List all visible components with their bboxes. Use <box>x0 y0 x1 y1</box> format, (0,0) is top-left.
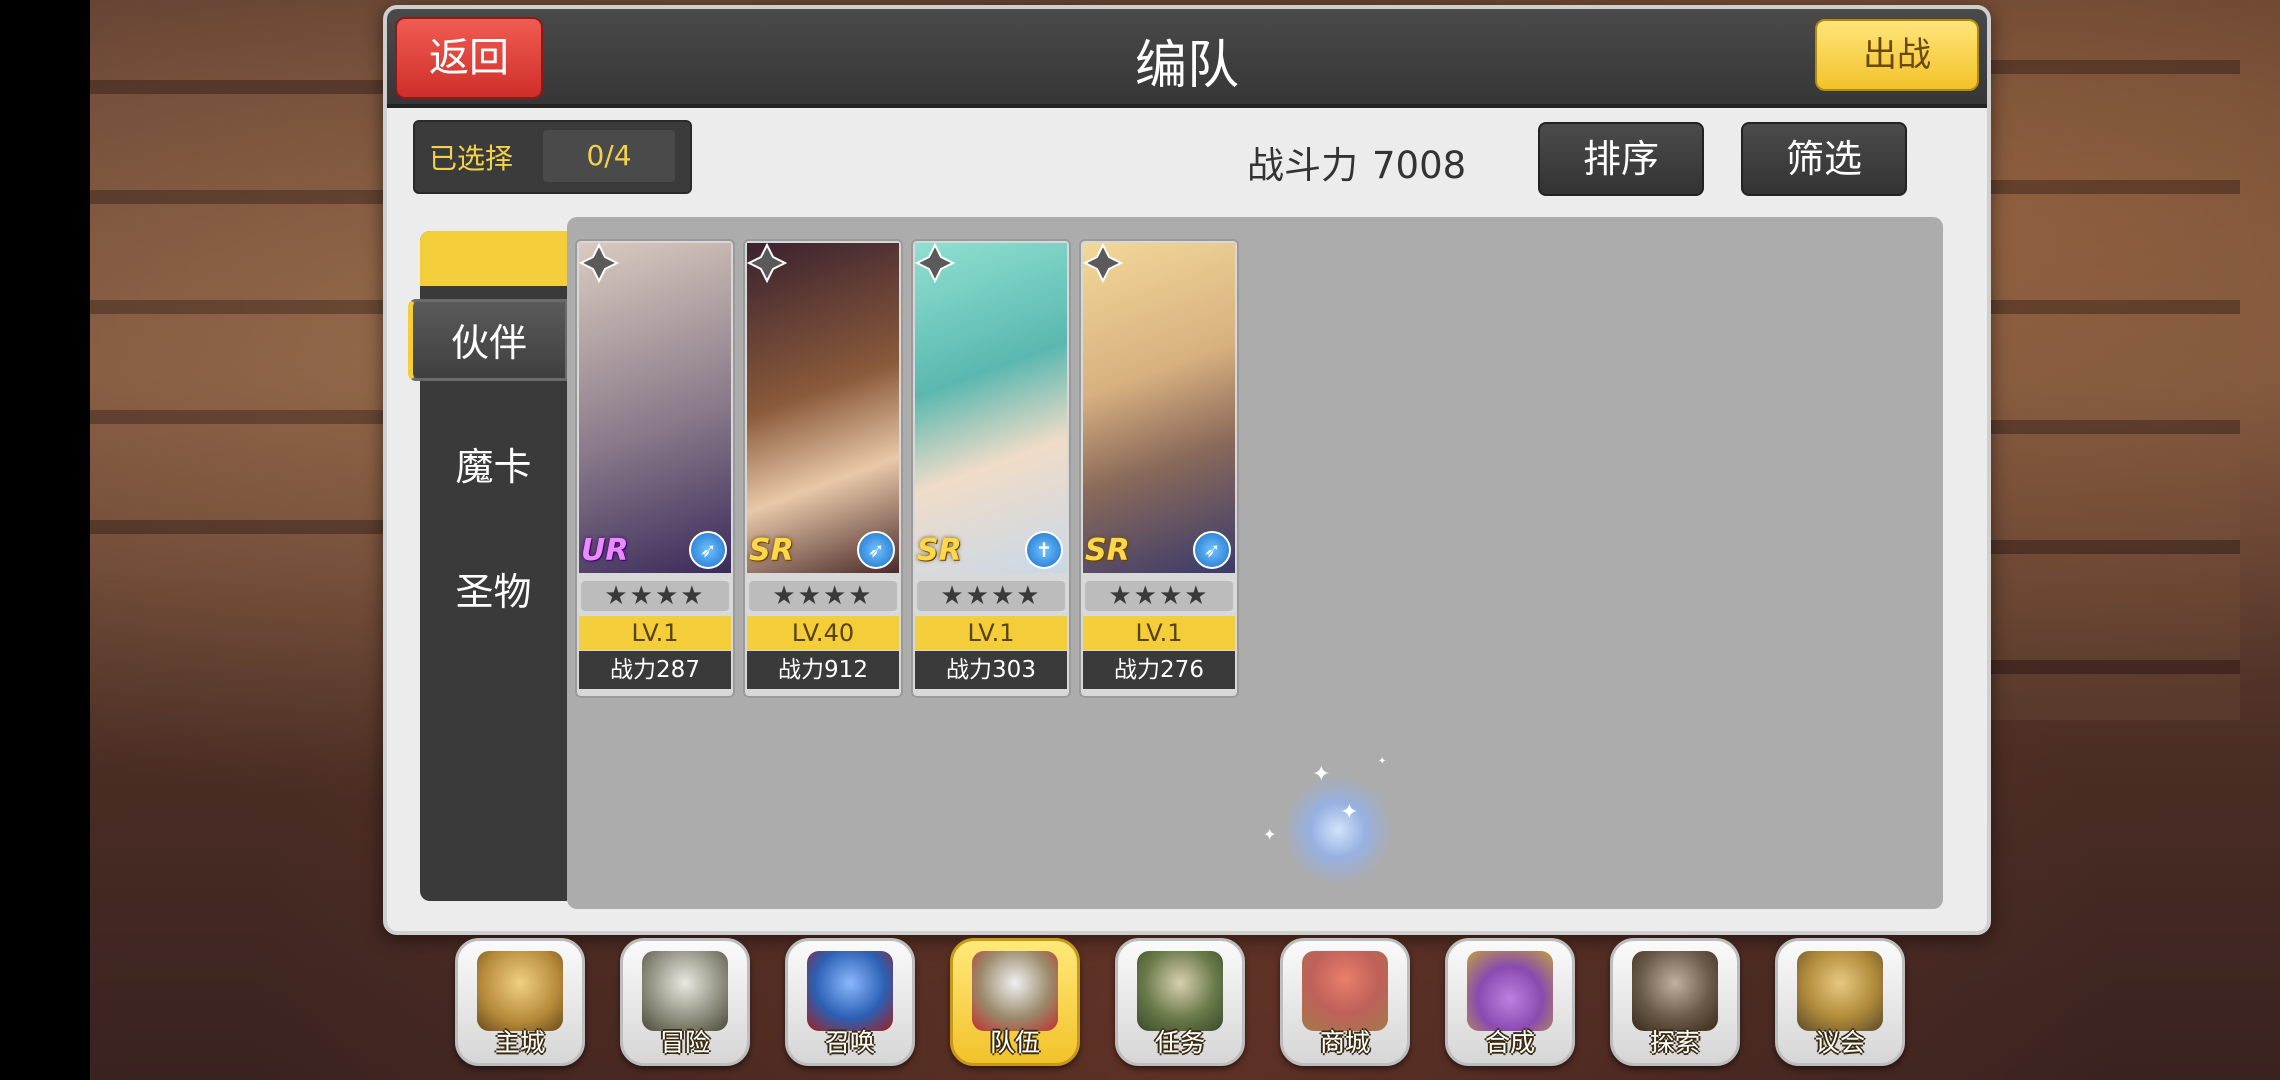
nav-label: 商城 <box>1319 1028 1370 1057</box>
rarity-badge: UR <box>581 533 629 568</box>
nav-council[interactable]: 议会 <box>1775 938 1905 1066</box>
level-label: LV.1 <box>915 616 1067 650</box>
sparkle-effect <box>1283 775 1393 885</box>
combat-power-label: 战力303 <box>915 651 1067 689</box>
character-portrait <box>915 243 1067 573</box>
character-grid: UR ➶ ★★★★ LV.1 战力287 SR ➶ ★★★★ LV.40 战力9… <box>567 217 1943 909</box>
rarity-badge: SR <box>917 533 962 568</box>
nav-label: 队伍 <box>989 1028 1040 1057</box>
corner-ornament-icon <box>579 243 619 283</box>
bow-icon: ➶ <box>689 531 727 569</box>
bow-icon: ➶ <box>1193 531 1231 569</box>
star-rating: ★★★★ <box>917 581 1065 611</box>
summon-card-icon <box>807 951 893 1031</box>
side-nav-item-relics[interactable]: 圣物 <box>420 561 567 616</box>
rarity-badge: SR <box>749 533 794 568</box>
quest-book-icon <box>1137 951 1223 1031</box>
level-label: LV.1 <box>1083 616 1235 650</box>
battle-button[interactable]: 出战 <box>1815 19 1979 91</box>
nav-label: 议会 <box>1814 1028 1865 1057</box>
formation-panel: 返回 编队 出战 已选择 0/4 战斗力 7008 排序 筛选 伙伴 魔卡 圣物 … <box>383 5 1991 935</box>
side-nav-accent <box>420 231 567 286</box>
side-nav-item-magic-cards[interactable]: 魔卡 <box>420 436 567 491</box>
nav-label: 召唤 <box>824 1028 875 1057</box>
team-wings-icon <box>972 951 1058 1031</box>
nav-label: 探索 <box>1649 1028 1700 1057</box>
selected-label: 已选择 <box>429 142 514 175</box>
star-rating: ★★★★ <box>749 581 897 611</box>
sparkle-star-icon: ✦ <box>1340 800 1359 825</box>
level-label: LV.1 <box>579 616 731 650</box>
crossed-swords-icon <box>642 951 728 1031</box>
background-shelf-right <box>1980 60 2240 720</box>
nav-adventure[interactable]: 冒险 <box>620 938 750 1066</box>
crown-icon <box>477 951 563 1031</box>
nav-label: 主城 <box>494 1028 545 1057</box>
corner-ornament-icon <box>1083 243 1123 283</box>
potion-icon <box>1467 951 1553 1031</box>
star-rating: ★★★★ <box>1085 581 1233 611</box>
panel-header: 返回 编队 出战 <box>387 9 1987 108</box>
nav-summon[interactable]: 召唤 <box>785 938 915 1066</box>
filter-button[interactable]: 筛选 <box>1741 122 1907 196</box>
background-shelf-left <box>90 80 390 580</box>
side-nav: 伙伴 魔卡 圣物 <box>408 231 568 901</box>
team-power: 战斗力 7008 <box>1247 135 1466 189</box>
sparkle-star-icon: ✦ <box>1378 756 1387 767</box>
corner-ornament-icon <box>915 243 955 283</box>
team-power-label: 战斗力 <box>1247 144 1358 187</box>
nav-quest[interactable]: 任务 <box>1115 938 1245 1066</box>
page-title: 编队 <box>1134 36 1239 96</box>
nav-label: 合成 <box>1484 1028 1535 1057</box>
character-portrait <box>747 243 899 573</box>
nav-craft[interactable]: 合成 <box>1445 938 1575 1066</box>
sparkle-star-icon: ✦ <box>1312 762 1331 787</box>
bottom-nav: 主城 冒险 召唤 队伍 任务 商城 合成 探索 议会 <box>455 938 1915 1068</box>
selected-count-value: 0/4 <box>543 130 675 182</box>
nav-shop[interactable]: 商城 <box>1280 938 1410 1066</box>
nav-label: 任务 <box>1154 1028 1205 1057</box>
cross-icon: ✝ <box>1025 531 1063 569</box>
sort-button[interactable]: 排序 <box>1538 122 1704 196</box>
combat-power-label: 战力276 <box>1083 651 1235 689</box>
character-card[interactable]: UR ➶ ★★★★ LV.1 战力287 <box>575 239 735 698</box>
star-rating: ★★★★ <box>581 581 729 611</box>
combat-power-label: 战力287 <box>579 651 731 689</box>
selected-count-box: 已选择 0/4 <box>413 120 692 194</box>
rarity-badge: SR <box>1085 533 1130 568</box>
character-card[interactable]: SR ➶ ★★★★ LV.1 战力276 <box>1079 239 1239 698</box>
team-power-value: 7008 <box>1372 144 1467 187</box>
nav-main-city[interactable]: 主城 <box>455 938 585 1066</box>
council-emblem-icon <box>1797 951 1883 1031</box>
side-nav-item-partners[interactable]: 伙伴 <box>408 299 568 381</box>
level-label: LV.40 <box>747 616 899 650</box>
nav-explore[interactable]: 探索 <box>1610 938 1740 1066</box>
corner-ornament-icon <box>747 243 787 283</box>
character-portrait <box>1083 243 1235 573</box>
nav-team[interactable]: 队伍 <box>950 938 1080 1066</box>
shovel-icon <box>1632 951 1718 1031</box>
sparkle-star-icon: ✦ <box>1263 825 1277 844</box>
combat-power-label: 战力912 <box>747 651 899 689</box>
character-card[interactable]: SR ✝ ★★★★ LV.1 战力303 <box>911 239 1071 698</box>
nav-label: 冒险 <box>659 1028 710 1057</box>
character-card[interactable]: SR ➶ ★★★★ LV.40 战力912 <box>743 239 903 698</box>
shop-tree-icon <box>1302 951 1388 1031</box>
bow-icon: ➶ <box>857 531 895 569</box>
character-portrait <box>579 243 731 573</box>
